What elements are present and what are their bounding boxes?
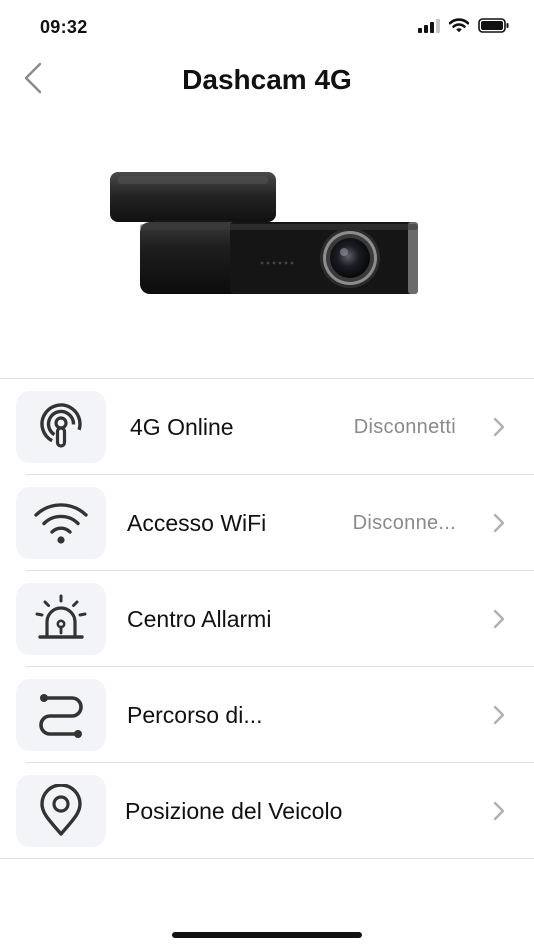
location-pin-icon [40,784,82,836]
chevron-right-icon [493,417,505,437]
chevron-right-icon [493,801,505,821]
wifi-icon [448,18,470,38]
menu-item-label: Percorso di... [127,702,263,728]
signal-icon [418,18,440,38]
icon-tile [16,583,106,655]
home-indicator[interactable] [172,932,362,938]
status-icons [418,18,510,38]
menu-item-label: Posizione del Veicolo [125,798,343,824]
icon-tile [16,679,106,751]
dashcam-device-image [106,166,424,300]
route-icon [39,694,83,738]
menu-item-status: Disconnetti [353,416,456,438]
feature-menu: 4G Online Disconnetti Accesso WiFi Disco… [0,378,534,859]
online-signal-icon [40,403,82,448]
page-title: Dashcam 4G [182,64,352,95]
wifi-icon [34,503,88,544]
menu-item-status: Disconne... [352,512,456,534]
chevron-right-icon [493,609,505,629]
chevron-right-icon [493,513,505,533]
menu-item-wifi-access[interactable]: Accesso WiFi Disconne... [0,475,534,571]
menu-item-label: Accesso WiFi [127,510,267,536]
status-bar: 09:32 [0,0,534,56]
menu-item-alarm-center[interactable]: Centro Allarmi [0,571,534,667]
nav-bar: Dashcam 4G [0,56,534,112]
battery-icon [478,18,510,38]
icon-tile [16,391,106,463]
icon-tile [16,487,106,559]
menu-item-label: 4G Online [130,414,234,440]
chevron-right-icon [493,705,505,725]
menu-item-route[interactable]: Percorso di... [0,667,534,763]
alarm-siren-icon [35,594,87,639]
status-time: 09:32 [40,17,88,37]
menu-item-vehicle-position[interactable]: Posizione del Veicolo [0,763,534,859]
menu-item-4g-online[interactable]: 4G Online Disconnetti [0,379,534,475]
icon-tile [16,775,106,847]
menu-item-label: Centro Allarmi [127,606,272,632]
